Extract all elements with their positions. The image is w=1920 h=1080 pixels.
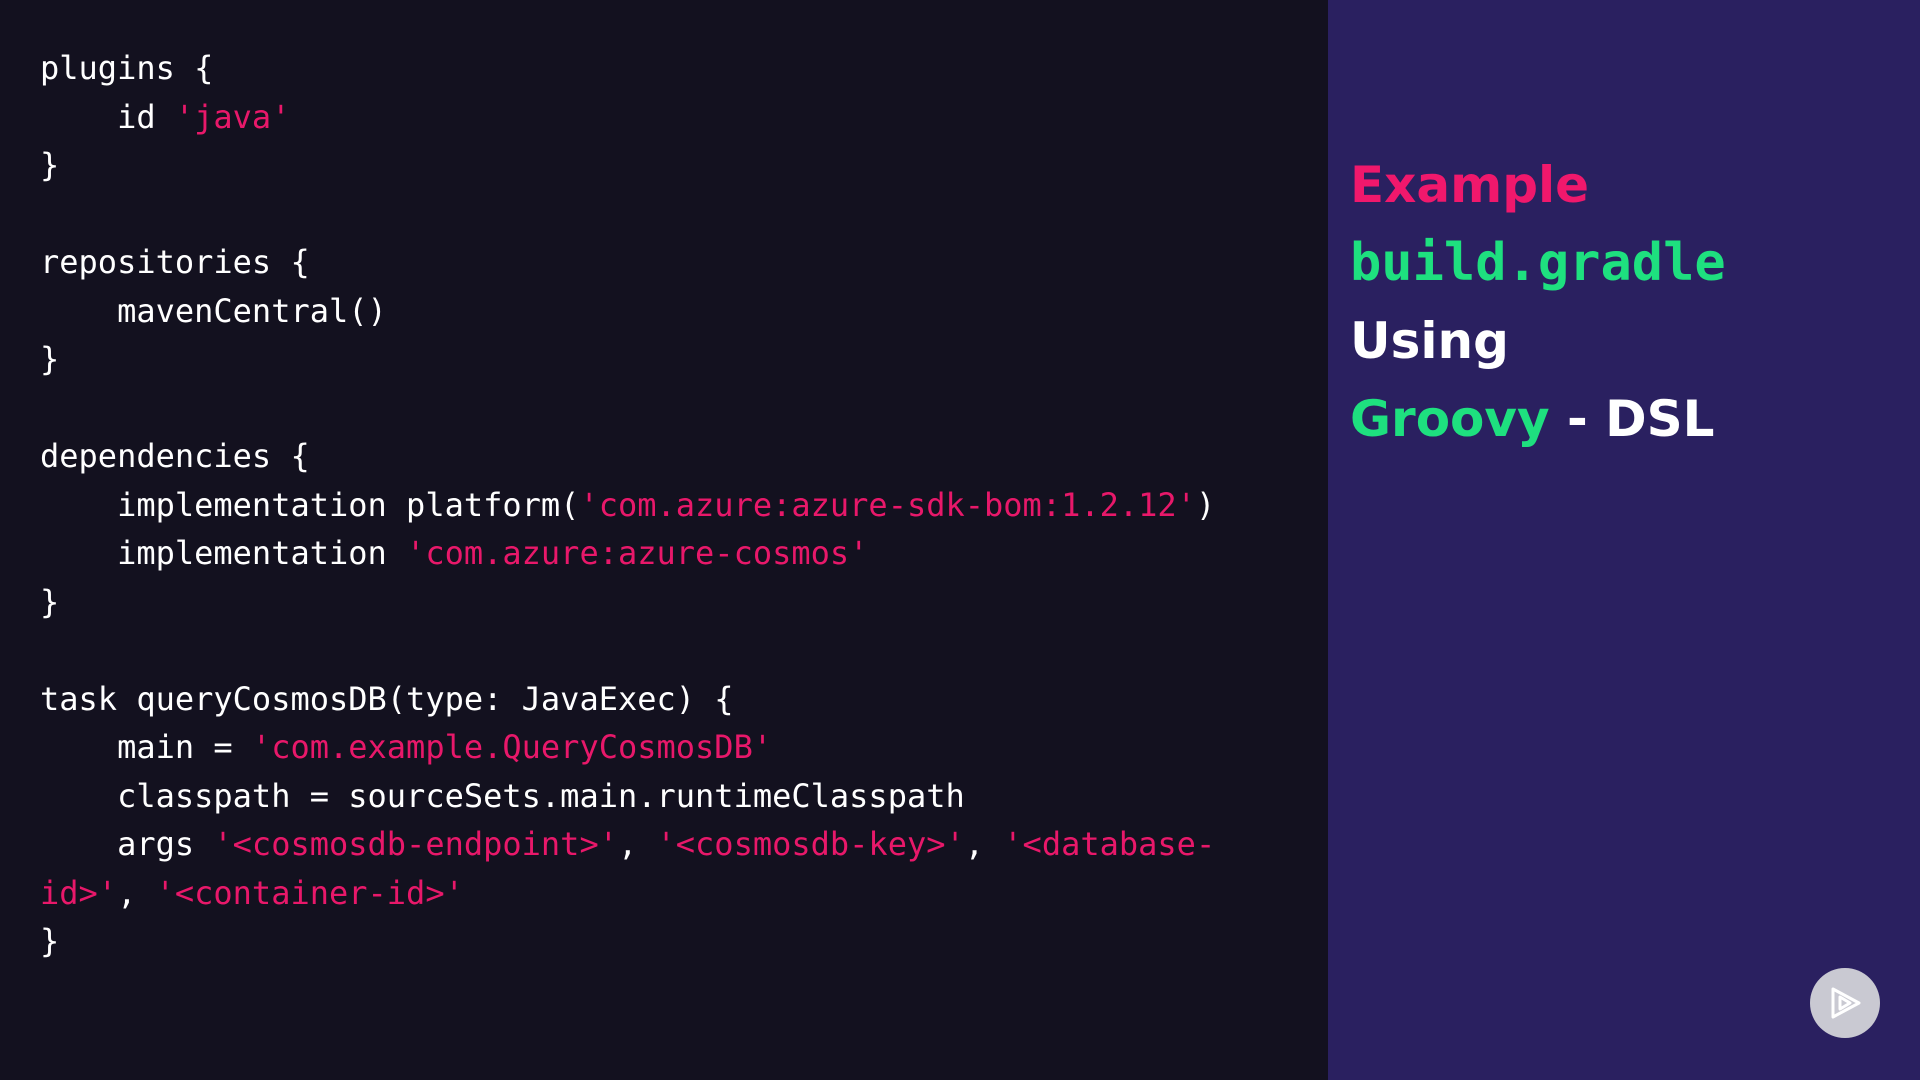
groovy-label: Groovy xyxy=(1350,390,1550,448)
play-icon xyxy=(1831,987,1861,1019)
slide: plugins { id 'java'} repositories { maven… xyxy=(0,0,1920,1080)
code-text: ) xyxy=(1195,485,1216,524)
code-string: 'java' xyxy=(174,97,291,136)
code-line: implementation 'com.azure:azure-cosmos' xyxy=(40,529,1310,578)
code-text: main = xyxy=(40,728,252,766)
code-line: classpath = sourceSets.main.runtimeClass… xyxy=(40,772,1310,821)
code-text: , xyxy=(117,873,156,912)
code-line: } xyxy=(40,335,1310,384)
code-text: repositories { xyxy=(40,243,310,281)
example-label: Example xyxy=(1350,156,1590,214)
play-button[interactable] xyxy=(1810,968,1880,1038)
code-line: args '<cosmosdb-endpoint>', '<cosmosdb-k… xyxy=(40,820,1310,869)
code-line: } xyxy=(40,917,1310,966)
code-text: classpath = sourceSets.main.runtimeClass… xyxy=(40,776,965,815)
code-string: '<database- xyxy=(1003,825,1216,863)
code-line: dependencies { xyxy=(40,432,1310,481)
code-text: } xyxy=(40,340,60,378)
code-string: '<cosmosdb-key>' xyxy=(656,825,965,863)
code-string: 'com.azure:azure-cosmos' xyxy=(406,534,869,572)
code-string: 'com.azure:azure-sdk-bom:1.2.12' xyxy=(579,485,1196,524)
code-text: id xyxy=(40,97,175,136)
using-label: Using xyxy=(1350,312,1509,370)
code-text: mavenCentral() xyxy=(40,291,387,330)
code-line: repositories { xyxy=(40,238,1310,287)
code-line: plugins { xyxy=(40,44,1310,93)
code-block: plugins { id 'java'} repositories { maven… xyxy=(40,44,1310,966)
code-line: implementation platform('com.azure:azure… xyxy=(40,481,1310,530)
code-text: } xyxy=(40,582,60,621)
code-string: '<cosmosdb-endpoint>' xyxy=(213,825,618,863)
groovy-dsl-line: Groovy - DSL xyxy=(1350,380,1726,458)
code-text: plugins { xyxy=(40,49,214,87)
code-line: } xyxy=(40,141,1310,190)
code-line: id>', '<container-id>' xyxy=(40,869,1310,918)
dsl-label: - DSL xyxy=(1549,390,1715,448)
slide-heading: Example build.gradle Using Groovy - DSL xyxy=(1350,146,1726,458)
code-text: dependencies { xyxy=(40,437,310,475)
code-line: task queryCosmosDB(type: JavaExec) { xyxy=(40,675,1310,724)
code-line: } xyxy=(40,578,1310,627)
code-text: } xyxy=(40,922,60,960)
code-string: 'com.example.QueryCosmosDB' xyxy=(251,728,773,766)
code-string: id>' xyxy=(40,873,118,912)
code-line: id 'java' xyxy=(40,93,1310,142)
code-text: task queryCosmosDB(type: JavaExec) { xyxy=(40,679,734,718)
code-string: '<container-id>' xyxy=(155,873,464,912)
code-panel: plugins { id 'java'} repositories { maven… xyxy=(0,0,1328,1080)
code-text: implementation xyxy=(40,534,407,572)
file-name: build.gradle xyxy=(1350,233,1726,293)
code-text: implementation platform( xyxy=(40,485,580,524)
code-text: , xyxy=(964,825,1004,863)
side-panel: Example build.gradle Using Groovy - DSL xyxy=(1328,0,1920,1080)
code-text: , xyxy=(617,825,657,863)
code-line: main = 'com.example.QueryCosmosDB' xyxy=(40,723,1310,772)
code-text: } xyxy=(40,146,60,184)
code-line: mavenCentral() xyxy=(40,287,1310,336)
code-text: args xyxy=(40,825,214,863)
